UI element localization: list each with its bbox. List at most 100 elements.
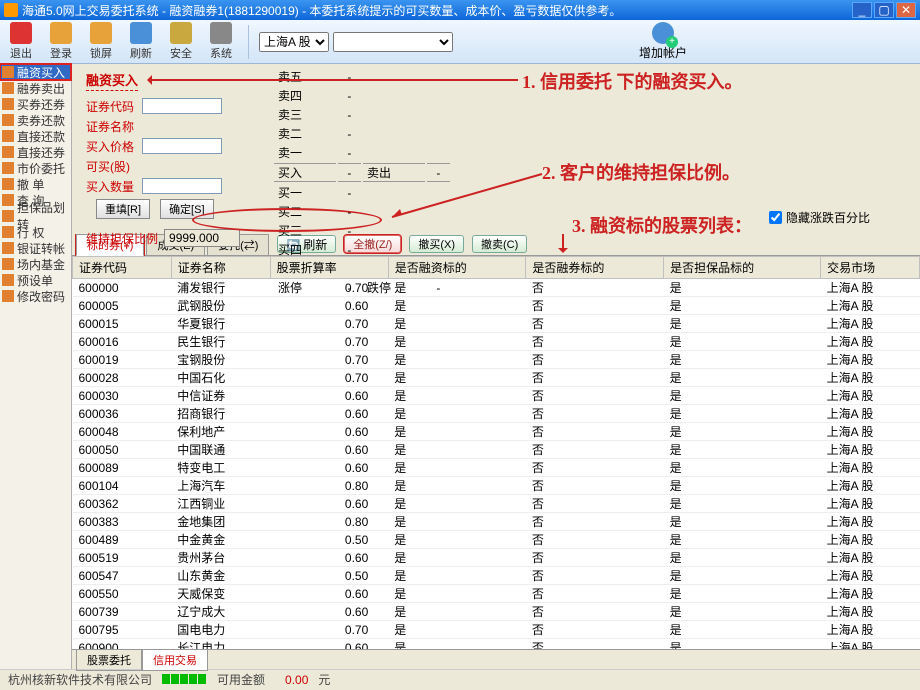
bottom-tab-credit[interactable]: 信用交易 bbox=[142, 649, 208, 671]
submit-button[interactable]: 确定[S] bbox=[160, 199, 213, 219]
account-select[interactable] bbox=[333, 32, 453, 52]
sidebar-item-label: 银证转帐 bbox=[17, 240, 65, 257]
sidebar-item-12[interactable]: 场内基金 bbox=[0, 256, 71, 272]
sidebar-icon bbox=[2, 146, 14, 158]
table-row[interactable]: 600030中信证券0.60是否是上海A 股 bbox=[73, 387, 920, 405]
sidebar-item-label: 撤 单 bbox=[17, 176, 44, 193]
reset-button[interactable]: 重填[R] bbox=[96, 199, 150, 219]
maximize-button[interactable]: ▢ bbox=[874, 2, 894, 18]
sidebar-item-0[interactable]: 融资买入 bbox=[0, 64, 71, 80]
system-button[interactable]: 系统 bbox=[204, 22, 238, 61]
sidebar-item-3[interactable]: 卖券还款 bbox=[0, 112, 71, 128]
sidebar-icon bbox=[2, 114, 14, 126]
sidebar-icon bbox=[2, 178, 14, 190]
table-row[interactable]: 600089特变电工0.60是否是上海A 股 bbox=[73, 459, 920, 477]
table-row[interactable]: 600795国电电力0.70是否是上海A 股 bbox=[73, 621, 920, 639]
table-row[interactable]: 600048保利地产0.60是否是上海A 股 bbox=[73, 423, 920, 441]
sidebar-item-9[interactable]: 担保品划转 bbox=[0, 208, 71, 224]
sidebar-item-11[interactable]: 银证转帐 bbox=[0, 240, 71, 256]
hide-percent-checkbox[interactable] bbox=[769, 211, 782, 224]
table-row[interactable]: 600383金地集团0.80是否是上海A 股 bbox=[73, 513, 920, 531]
stock-grid-wrap[interactable]: 证券代码证券名称股票折算率是否融资标的是否融券标的是否担保品标的交易市场 600… bbox=[72, 256, 920, 649]
annotation-3: 3. 融资标的股票列表： bbox=[572, 212, 752, 238]
sidebar-item-6[interactable]: 市价委托 bbox=[0, 160, 71, 176]
sidebar: 融资买入融券卖出买券还券卖券还款直接还款直接还券市价委托撤 单查 询担保品划转行… bbox=[0, 64, 72, 669]
separator bbox=[248, 25, 249, 59]
table-row[interactable]: 600000浦发银行0.70是否是上海A 股 bbox=[73, 279, 920, 297]
sidebar-icon bbox=[2, 66, 14, 78]
sidebar-icon bbox=[2, 98, 14, 110]
sidebar-item-label: 直接还券 bbox=[17, 144, 65, 161]
sidebar-icon bbox=[2, 82, 14, 94]
table-row[interactable]: 600489中金黄金0.50是否是上海A 股 bbox=[73, 531, 920, 549]
app-icon bbox=[4, 3, 18, 17]
main-area: 融资买入 证券代码 证券名称 买入价格 可买(股) 买入数量 重填[R] 确定[… bbox=[72, 64, 920, 669]
sidebar-item-13[interactable]: 预设单 bbox=[0, 272, 71, 288]
table-row[interactable]: 600019宝钢股份0.70是否是上海A 股 bbox=[73, 351, 920, 369]
col-header[interactable]: 证券代码 bbox=[73, 257, 172, 279]
sidebar-icon bbox=[2, 194, 14, 206]
table-row[interactable]: 600550天威保变0.60是否是上海A 股 bbox=[73, 585, 920, 603]
qty-input[interactable] bbox=[142, 178, 222, 194]
table-row[interactable]: 600050中国联通0.60是否是上海A 股 bbox=[73, 441, 920, 459]
sidebar-item-7[interactable]: 撤 单 bbox=[0, 176, 71, 192]
table-row[interactable]: 600028中国石化0.70是否是上海A 股 bbox=[73, 369, 920, 387]
order-panel: 融资买入 证券代码 证券名称 买入价格 可买(股) 买入数量 重填[R] 确定[… bbox=[72, 64, 920, 234]
sidebar-icon bbox=[2, 258, 14, 270]
exit-icon bbox=[10, 22, 32, 44]
sidebar-item-14[interactable]: 修改密码 bbox=[0, 288, 71, 304]
sidebar-item-label: 修改密码 bbox=[17, 288, 65, 305]
table-row[interactable]: 600547山东黄金0.50是否是上海A 股 bbox=[73, 567, 920, 585]
table-row[interactable]: 600519贵州茅台0.60是否是上海A 股 bbox=[73, 549, 920, 567]
col-header[interactable]: 股票折算率 bbox=[270, 257, 388, 279]
table-row[interactable]: 600036招商银行0.60是否是上海A 股 bbox=[73, 405, 920, 423]
login-button[interactable]: 登录 bbox=[44, 22, 78, 61]
close-button[interactable]: ✕ bbox=[896, 2, 916, 18]
form-title: 融资买入 bbox=[86, 70, 138, 91]
sidebar-item-label: 行 权 bbox=[17, 224, 44, 241]
refresh-icon bbox=[130, 22, 152, 44]
hide-percent-wrap: 隐藏涨跌百分比 bbox=[769, 209, 870, 226]
price-input[interactable] bbox=[142, 138, 222, 154]
table-row[interactable]: 600900长江电力0.60是否是上海A 股 bbox=[73, 639, 920, 650]
sidebar-item-label: 融资买入 bbox=[17, 64, 65, 81]
exit-button[interactable]: 退出 bbox=[4, 22, 38, 61]
safe-button[interactable]: 安全 bbox=[164, 22, 198, 61]
market-select[interactable]: 上海A 股 bbox=[259, 32, 329, 52]
company-label: 杭州核新软件技术有限公司 bbox=[8, 671, 152, 688]
hide-percent-label: 隐藏涨跌百分比 bbox=[786, 209, 870, 226]
code-input[interactable] bbox=[142, 98, 222, 114]
sidebar-icon bbox=[2, 274, 14, 286]
col-header[interactable]: 是否融资标的 bbox=[388, 257, 526, 279]
sidebar-item-label: 预设单 bbox=[17, 272, 53, 289]
table-row[interactable]: 600739辽宁成大0.60是否是上海A 股 bbox=[73, 603, 920, 621]
add-account-button[interactable]: 增加帐户 bbox=[639, 22, 687, 61]
bottom-tab-stock[interactable]: 股票委托 bbox=[76, 649, 142, 671]
lock-button[interactable]: 锁屏 bbox=[84, 22, 118, 61]
sidebar-item-2[interactable]: 买券还券 bbox=[0, 96, 71, 112]
minimize-button[interactable]: _ bbox=[852, 2, 872, 18]
cancel-sell-button[interactable]: 撤卖(C) bbox=[472, 235, 527, 253]
sidebar-icon bbox=[2, 242, 14, 254]
sidebar-item-5[interactable]: 直接还券 bbox=[0, 144, 71, 160]
table-row[interactable]: 600005武钢股份0.60是否是上海A 股 bbox=[73, 297, 920, 315]
table-row[interactable]: 600016民生银行0.70是否是上海A 股 bbox=[73, 333, 920, 351]
col-header[interactable]: 是否融券标的 bbox=[526, 257, 664, 279]
sidebar-item-10[interactable]: 行 权 bbox=[0, 224, 71, 240]
sidebar-item-1[interactable]: 融券卖出 bbox=[0, 80, 71, 96]
col-header[interactable]: 交易市场 bbox=[821, 257, 920, 279]
refresh-button[interactable]: 刷新 bbox=[124, 22, 158, 61]
table-row[interactable]: 600104上海汽车0.80是否是上海A 股 bbox=[73, 477, 920, 495]
sidebar-item-label: 场内基金 bbox=[17, 256, 65, 273]
add-account-icon bbox=[652, 22, 674, 44]
col-header[interactable]: 证券名称 bbox=[171, 257, 270, 279]
login-icon bbox=[50, 22, 72, 44]
sidebar-item-4[interactable]: 直接还款 bbox=[0, 128, 71, 144]
table-row[interactable]: 600015华夏银行0.70是否是上海A 股 bbox=[73, 315, 920, 333]
sidebar-item-label: 市价委托 bbox=[17, 160, 65, 177]
available-label: 可用金额 bbox=[217, 671, 265, 688]
table-row[interactable]: 600362江西铜业0.60是否是上海A 股 bbox=[73, 495, 920, 513]
qty-label: 买入数量 bbox=[86, 178, 142, 195]
annotation-1: 1. 信用委托 下的融资买入。 bbox=[522, 68, 743, 94]
col-header[interactable]: 是否担保品标的 bbox=[664, 257, 821, 279]
